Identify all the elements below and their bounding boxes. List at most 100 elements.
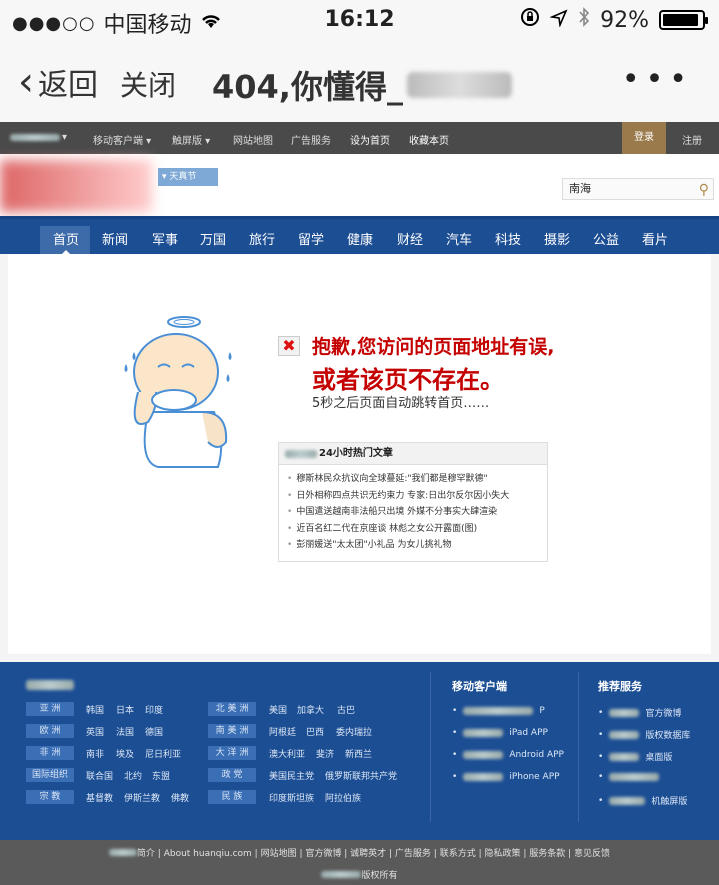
hot-article-item[interactable]: 近百名红二代在京座谈 林彪之女公开露面(图) — [287, 521, 539, 538]
topbar-ads[interactable]: 广告服务 — [291, 132, 331, 147]
channel-travel[interactable]: 旅行 — [249, 229, 275, 248]
region-link[interactable]: 韩国 — [86, 703, 104, 716]
register-link[interactable]: 注册 — [682, 132, 702, 147]
region-south-america[interactable]: 南 美 洲 — [208, 724, 256, 738]
login-button[interactable]: 登录 — [622, 122, 666, 154]
copyright: 版权所有 — [0, 868, 719, 881]
channel-tech[interactable]: 科技 — [495, 229, 521, 248]
channel-news[interactable]: 新闻 — [102, 229, 128, 248]
bottom-link[interactable]: 意见反馈 — [574, 849, 610, 859]
topbar-sitemap[interactable]: 网站地图 — [233, 132, 273, 147]
region-link[interactable]: 英国 — [86, 725, 104, 738]
bottom-link[interactable]: 广告服务 — [395, 849, 431, 859]
region-link[interactable]: 东盟 — [152, 769, 170, 782]
region-link[interactable]: 德国 — [145, 725, 163, 738]
back-button[interactable]: ‹ 返回 — [18, 60, 98, 104]
region-link[interactable]: 俄罗斯联邦共产党 — [325, 769, 397, 782]
region-link[interactable]: 基督教 — [86, 791, 113, 804]
channel-home[interactable]: 首页 — [53, 229, 79, 248]
rec-link-weibo[interactable]: • 官方微博 — [598, 706, 682, 720]
hot-article-item[interactable]: 穆斯林民众抗议向全球蔓延:"我们都是穆罕默德" — [287, 471, 539, 488]
region-link[interactable]: 澳大利亚 — [269, 747, 305, 760]
region-ethnic[interactable]: 民 族 — [208, 790, 256, 804]
search-input[interactable]: 南海 ⚲ — [562, 178, 714, 200]
topbar-mobile-client[interactable]: 移动客户端 ▾ — [93, 132, 151, 147]
region-link[interactable]: 伊斯兰教 — [124, 791, 160, 804]
bottom-link[interactable]: 服务条款 — [529, 849, 565, 859]
region-africa[interactable]: 非 洲 — [26, 746, 74, 760]
mobile-link[interactable]: • P — [452, 706, 545, 716]
hot-article-item[interactable]: 日外相称四点共识无约束力 专家:日出尔反尔因小失大 — [287, 488, 539, 505]
channel-auto[interactable]: 汽车 — [446, 229, 472, 248]
bottom-link[interactable]: 诚聘英才 — [350, 849, 386, 859]
region-parties[interactable]: 政 党 — [208, 768, 256, 782]
region-link[interactable]: 埃及 — [116, 747, 134, 760]
region-link[interactable]: 印度 — [145, 703, 163, 716]
region-europe[interactable]: 欧 洲 — [26, 724, 74, 738]
region-asia[interactable]: 亚 洲 — [26, 702, 74, 716]
region-link[interactable]: 斐济 — [316, 747, 334, 760]
channel-military[interactable]: 军事 — [152, 229, 178, 248]
channel-photo[interactable]: 摄影 — [544, 229, 570, 248]
bottom-link[interactable]: 官方微博 — [305, 849, 341, 859]
channel-health[interactable]: 健康 — [347, 229, 373, 248]
rec-link-desktop[interactable]: • 桌面版 — [598, 750, 672, 764]
region-link[interactable]: 美国民主党 — [269, 769, 314, 782]
channel-study-abroad[interactable]: 留学 — [298, 229, 324, 248]
bottom-link[interactable]: 隐私政策 — [484, 849, 520, 859]
bottom-link[interactable]: 联系方式 — [440, 849, 476, 859]
region-link[interactable]: 佛教 — [171, 791, 189, 804]
region-link[interactable]: 古巴 — [337, 703, 355, 716]
region-religion[interactable]: 宗 教 — [26, 790, 74, 804]
region-link[interactable]: 加拿大 — [297, 703, 324, 716]
channel-world[interactable]: 万国 — [200, 229, 226, 248]
rec-link-redacted[interactable]: • — [598, 772, 660, 782]
hot-articles-list: 穆斯林民众抗议向全球蔓延:"我们都是穆罕默德" 日外相称四点共识无约束力 专家:… — [279, 465, 547, 554]
region-link[interactable]: 南非 — [86, 747, 104, 760]
hot-article-item[interactable]: 中国遣送越南非法船只出境 外媒不分事实大肆渲染 — [287, 504, 539, 521]
channel-video[interactable]: 看片 — [642, 229, 668, 248]
mobile-link-android[interactable]: • Android APP — [452, 750, 564, 760]
error-line2: 或者该页不存在。 — [312, 366, 504, 394]
topbar-bookmark[interactable]: 收藏本页 — [409, 132, 449, 147]
region-link[interactable]: 新西兰 — [345, 747, 372, 760]
region-link[interactable]: 法国 — [116, 725, 134, 738]
region-link[interactable]: 委内瑞拉 — [336, 725, 372, 738]
close-button[interactable]: 关闭 — [120, 64, 176, 104]
region-north-america[interactable]: 北 美 洲 — [208, 702, 256, 716]
region-link[interactable]: 尼日利亚 — [145, 747, 181, 760]
region-link[interactable]: 联合国 — [86, 769, 113, 782]
hot-article-item[interactable]: 彭丽媛送"太太团"小礼品 为女儿挑礼物 — [287, 537, 539, 554]
error-redirect-text: 5秒之后页面自动跳转首页…… — [312, 396, 490, 411]
mobile-link-ipad[interactable]: • iPad APP — [452, 728, 548, 738]
bottom-link[interactable]: About huanqiu.com — [164, 849, 252, 859]
page-title-text: 404,你懂得_ — [212, 68, 403, 106]
channel-charity[interactable]: 公益 — [593, 229, 619, 248]
more-icon[interactable]: ••• — [622, 62, 693, 97]
mobile-link-iphone[interactable]: • iPhone APP — [452, 772, 560, 782]
region-link[interactable]: 印度斯坦族 — [269, 791, 314, 804]
rec-link-database[interactable]: • 版权数据库 — [598, 728, 690, 742]
rec-link-label: 官方微博 — [645, 709, 682, 719]
region-link[interactable]: 巴西 — [306, 725, 324, 738]
bullet: • — [598, 772, 604, 782]
bottom-link[interactable]: 网站地图 — [261, 849, 297, 859]
redacted — [463, 707, 534, 715]
bottom-link[interactable]: 简介 — [137, 849, 155, 859]
rec-link-touch[interactable]: • 机触屏版 — [598, 794, 687, 808]
crying-baby-illustration — [124, 316, 232, 468]
channel-finance[interactable]: 财经 — [397, 229, 423, 248]
region-link[interactable]: 阿拉伯族 — [325, 791, 361, 804]
redacted — [609, 796, 646, 805]
region-oceania[interactable]: 大 洋 洲 — [208, 746, 256, 760]
topbar-set-home[interactable]: 设为首页 — [350, 132, 390, 147]
channel-tag[interactable]: ▾ 天真节 — [158, 168, 218, 186]
region-intl-org[interactable]: 国际组织 — [26, 768, 74, 782]
region-link[interactable]: 日本 — [116, 703, 134, 716]
region-link[interactable]: 美国 — [269, 703, 287, 716]
region-link[interactable]: 阿根廷 — [269, 725, 296, 738]
region-link[interactable]: 北约 — [124, 769, 142, 782]
topbar-touch-version[interactable]: 触屏版 ▾ — [172, 132, 210, 147]
search-icon[interactable]: ⚲ — [699, 180, 709, 200]
site-logo[interactable] — [0, 160, 152, 212]
